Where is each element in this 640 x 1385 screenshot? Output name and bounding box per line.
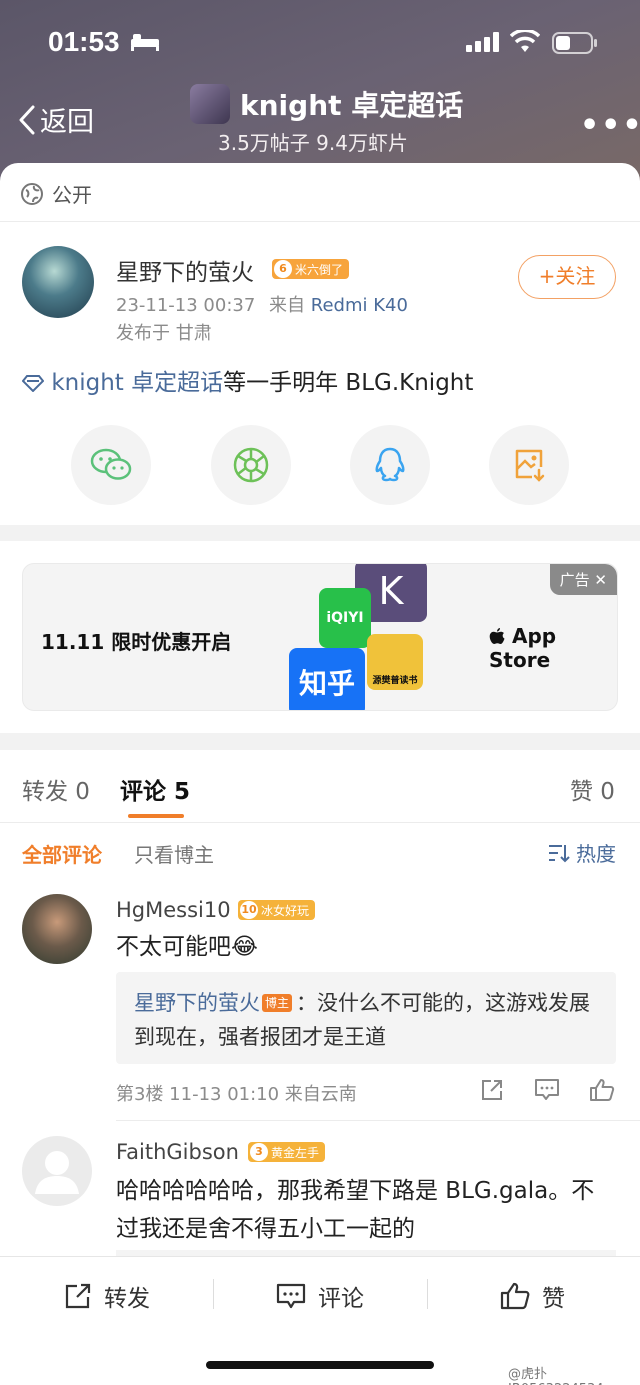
bed-icon: [131, 34, 159, 51]
qq-icon: [375, 447, 405, 482]
author-avatar[interactable]: [22, 246, 94, 318]
separator: [427, 1279, 428, 1309]
comment-icon[interactable]: [534, 1078, 560, 1102]
moments-icon: [233, 447, 269, 483]
ad-banner[interactable]: 11.11 限时优惠开启 K iQIYI 源樊普读书 知乎 App Store …: [22, 563, 618, 711]
watermark: @虎扑JR0563224534: [508, 1367, 604, 1385]
apple-icon: [489, 628, 505, 644]
op-tag: 博主: [262, 994, 293, 1012]
wechat-icon: [90, 448, 132, 480]
zhihu-app-tile: 知乎: [289, 648, 365, 710]
sort-button[interactable]: 热度: [548, 838, 616, 867]
separator: [213, 1279, 214, 1309]
chevron-left-icon: [19, 105, 35, 134]
visibility-row: 公开: [20, 179, 92, 208]
tab-comments[interactable]: 评论 5: [120, 772, 190, 806]
app-store-label: App Store: [489, 624, 617, 672]
forward-button[interactable]: 转发: [64, 1279, 150, 1313]
sort-label: 热度: [576, 842, 616, 866]
post-device[interactable]: Redmi K40: [311, 295, 408, 316]
badge-level: 3: [250, 1143, 268, 1161]
home-indicator: [206, 1361, 434, 1369]
topic-title-group[interactable]: knight 卓定超话: [190, 84, 463, 124]
author-name[interactable]: 星野下的萤火: [116, 253, 254, 287]
share-qq-button[interactable]: [350, 425, 430, 505]
like-icon: [500, 1282, 530, 1310]
bottom-action-bar: 转发 评论 赞 @虎扑JR0563224534: [0, 1256, 640, 1385]
badge-level: 6: [274, 260, 292, 278]
forward-label: 转发: [104, 1286, 150, 1312]
badge-text: 黄金左手: [271, 1145, 320, 1160]
badge-level: 10: [240, 901, 258, 919]
topic-avatar: [190, 84, 230, 124]
post-time: 23-11-13 00:37: [116, 295, 256, 316]
forward-icon[interactable]: [480, 1078, 504, 1102]
badge-text: 冰女好玩: [261, 903, 310, 918]
share-wechat-button[interactable]: [71, 425, 151, 505]
like-icon[interactable]: [589, 1078, 615, 1102]
comment-meta: 第3楼 11-13 01:10 来自云南: [116, 1084, 357, 1105]
default-user-icon: [35, 1151, 79, 1194]
post-meta: 23-11-13 00:37 来自 Redmi K40: [116, 291, 408, 317]
comment-button[interactable]: 评论: [276, 1279, 364, 1313]
topic-stats: 3.5万帖子 9.4万虾片: [218, 131, 408, 155]
ad-section: 11.11 限时优惠开启 K iQIYI 源樊普读书 知乎 App Store …: [0, 541, 640, 733]
badge-text: 米六倒了: [295, 262, 344, 277]
save-image-icon: [515, 449, 545, 482]
comment-icon: [276, 1283, 306, 1309]
like-label: 赞: [542, 1286, 565, 1312]
back-label: 返回: [40, 107, 94, 138]
commenter-fan-badge: 10 冰女好玩: [238, 900, 316, 920]
share-moments-button[interactable]: [211, 425, 291, 505]
commenter-avatar-default[interactable]: [22, 1136, 92, 1206]
comment-text: 不太可能吧😂: [116, 934, 258, 960]
follow-button[interactable]: +关注: [518, 255, 616, 299]
forward-icon: [65, 1283, 91, 1309]
supertopic-icon: [21, 375, 45, 393]
signal-icon: [466, 32, 499, 52]
ad-close-button[interactable]: 广告 ✕: [549, 564, 617, 595]
globe-icon: [21, 182, 43, 205]
wifi-icon: [510, 30, 540, 52]
post-location: 发布于 甘肃: [116, 323, 212, 344]
commenter-avatar[interactable]: [22, 894, 92, 964]
post-body: 等一手明年 BLG.Knight: [223, 370, 474, 396]
reply-author[interactable]: 星野下的萤火: [134, 991, 260, 1015]
comments-section: 转发 0 评论 5 赞 0 全部评论 只看博主 热度 HgMessi10 10 …: [0, 750, 640, 1260]
divider: [0, 822, 640, 823]
comment-text: 哈哈哈哈哈哈，那我希望下路是 BLG.gala。不过我还是舍不得五小工一起的: [116, 1178, 595, 1242]
divider: [116, 1120, 640, 1121]
filter-all-comments[interactable]: 全部评论: [22, 839, 102, 868]
divider: [0, 221, 640, 222]
active-tab-indicator: [128, 814, 184, 818]
tab-likes[interactable]: 赞 0: [570, 772, 615, 806]
more-options-button[interactable]: •••: [580, 108, 640, 143]
comment-label: 评论: [318, 1286, 364, 1312]
commenter-fan-badge: 3 黄金左手: [248, 1142, 326, 1162]
battery-icon: [552, 32, 597, 54]
status-time: 01:53: [48, 26, 120, 57]
save-image-button[interactable]: [489, 425, 569, 505]
reply-preview[interactable]: 星野下的萤火 博主 ：没什么不可能的，这游戏发展到现在，强者报团才是王道: [116, 972, 616, 1064]
like-button[interactable]: 赞: [500, 1279, 565, 1313]
commenter-name[interactable]: HgMessi10: [116, 898, 231, 922]
commenter-name[interactable]: FaithGibson: [116, 1140, 239, 1164]
filter-op-only[interactable]: 只看博主: [134, 839, 214, 868]
post-card: 公开 星野下的萤火 6 米六倒了 23-11-13 00:37 来自 Redmi…: [0, 163, 640, 525]
back-button[interactable]: 返回: [18, 100, 94, 139]
tab-forward[interactable]: 转发 0: [22, 772, 90, 806]
topic-title: knight 卓定超话: [240, 89, 464, 122]
ad-text: 11.11 限时优惠开启: [41, 630, 232, 654]
visibility-label: 公开: [52, 183, 92, 207]
topic-link[interactable]: knight 卓定超话: [51, 370, 223, 396]
author-fan-badge: 6 米六倒了: [272, 259, 350, 279]
sort-icon: [549, 844, 570, 862]
reading-app-tile: 源樊普读书: [367, 634, 423, 690]
source-prefix: 来自: [269, 295, 306, 316]
post-text: knight 卓定超话等一手明年 BLG.Knight: [21, 363, 474, 397]
iqiyi-app-tile: iQIYI: [319, 588, 371, 648]
